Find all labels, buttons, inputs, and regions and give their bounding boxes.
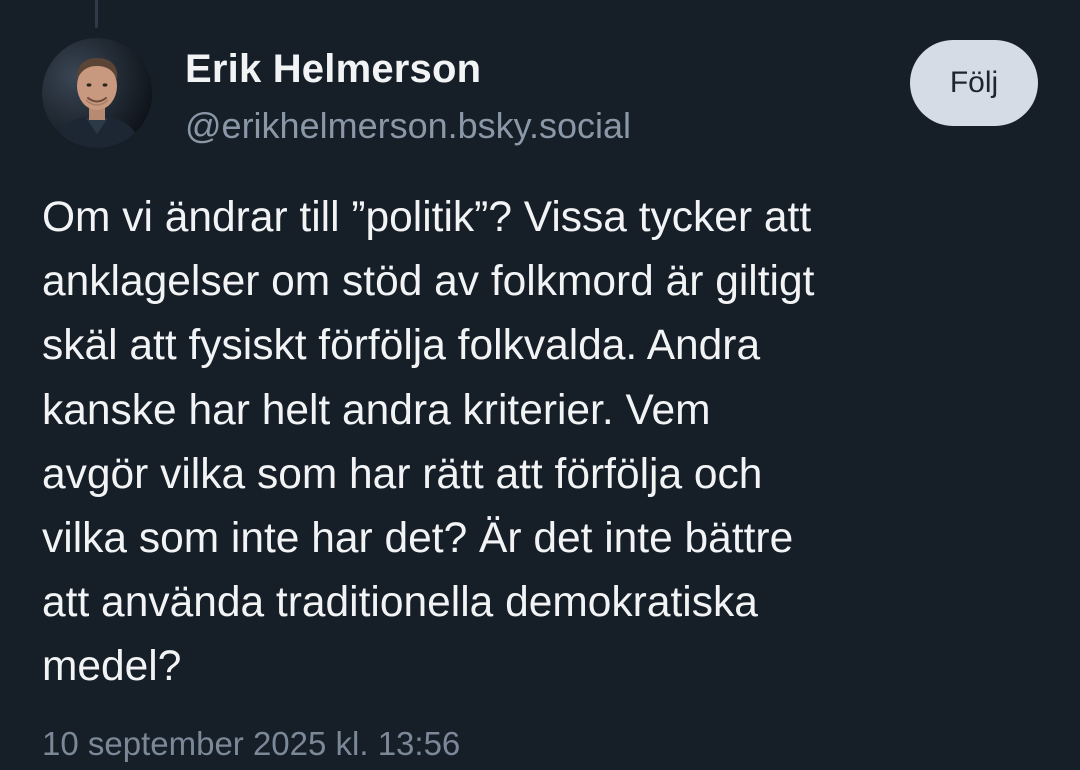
post: Erik Helmerson @erikhelmerson.bsky.socia…	[0, 0, 1080, 770]
author-names: Erik Helmerson @erikhelmerson.bsky.socia…	[185, 44, 631, 150]
author-handle[interactable]: @erikhelmerson.bsky.social	[185, 102, 631, 150]
post-timestamp[interactable]: 10 september 2025 kl. 13:56	[42, 722, 460, 766]
post-text: Om vi ändrar till ”politik”? Vissa tycke…	[42, 186, 1042, 700]
follow-button[interactable]: Följ	[910, 40, 1038, 126]
post-text-line: skäl att fysiskt förfölja folkvalda. And…	[42, 322, 761, 370]
profile-photo-icon	[42, 38, 152, 148]
post-text-line: avgör vilka som har rätt att förfölja oc…	[42, 450, 763, 498]
author-display-name[interactable]: Erik Helmerson	[185, 44, 631, 94]
post-text-line: Om vi ändrar till ”politik”? Vissa tycke…	[42, 194, 812, 241]
avatar[interactable]	[42, 38, 152, 148]
post-text-line: anklagelser om stöd av folkmord är gilti…	[42, 258, 815, 306]
post-header: Erik Helmerson @erikhelmerson.bsky.socia…	[42, 38, 1038, 150]
post-text-line: vilka som inte har det? Är det inte bätt…	[42, 515, 794, 563]
post-text-line: kanske har helt andra kriterier. Vem	[42, 386, 711, 434]
post-text-line: medel?	[42, 643, 182, 691]
post-text-line: att använda traditionella demokratiska	[42, 579, 758, 627]
